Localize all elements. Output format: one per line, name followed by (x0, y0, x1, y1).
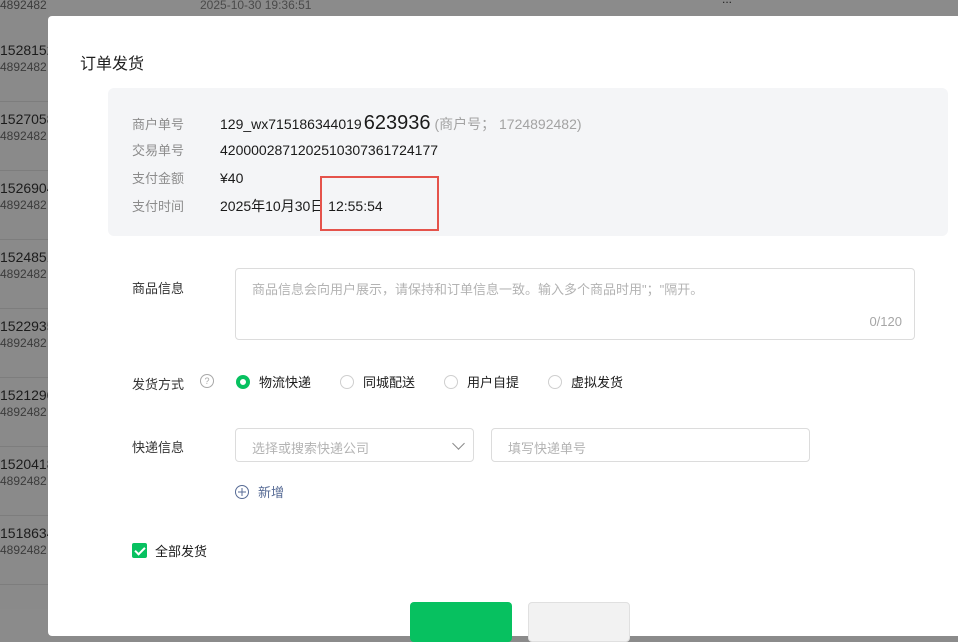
bg-order-id: 1522935 (0, 318, 55, 334)
list-item: 1518634 4892482 (0, 515, 55, 585)
list-item: 1528152 4892482 (0, 32, 55, 102)
bg-merchant-id: 4892482 (0, 129, 47, 143)
delivery-method-label: 发货方式 (132, 377, 185, 392)
amount-value: ¥40 (220, 170, 244, 186)
bg-merchant-id: 4892482 (0, 543, 47, 557)
merchant-order-emphasis: 623936 (363, 112, 431, 134)
bg-top-right-text: ... (722, 0, 732, 6)
trade-no-label: 交易单号 (132, 143, 185, 158)
merchant-order-prefix: 129_wx715186344019 (220, 116, 362, 132)
goods-info-placeholder: 商品信息会向用户展示，请保持和订单信息一致。输入多个商品时用"；"隔开。 (252, 282, 704, 297)
background-order-list: 4892482 1528152 4892482 1527058 4892482 … (0, 0, 55, 609)
add-express-label: 新增 (258, 485, 285, 500)
confirm-button[interactable] (410, 602, 512, 642)
radio-circle-icon (444, 374, 458, 389)
tracking-number-input[interactable]: 填写快递单号 (491, 428, 810, 462)
bg-merchant-id: 4892482 (0, 267, 47, 281)
order-info-panel: 商户单号 129_wx715186344019 623936 (商户号； 17248… (108, 88, 948, 236)
radio-logistics-express[interactable]: 物流快递 (236, 372, 311, 391)
bg-merchant-id: 4892482 (0, 60, 47, 74)
pay-time-label: 支付时间 (132, 199, 185, 214)
tracking-number-placeholder: 填写快递单号 (508, 441, 587, 456)
highlight-annotation-box (320, 176, 439, 231)
bg-top-number: 4892482 (0, 0, 47, 12)
merchant-order-value: 129_wx715186344019 623936 (商户号； 1724892482… (220, 112, 582, 135)
trade-no-value: 4200002871202510307361724177 (220, 142, 439, 158)
bg-order-id: 1521290 (0, 387, 55, 403)
radio-circle-icon (548, 374, 562, 389)
order-shipping-dialog: 订单发货 商户单号 129_wx715186344019 623936 (商户号； … (48, 16, 958, 642)
list-item: 1521290 4892482 (0, 377, 55, 447)
chevron-down-icon (452, 437, 465, 450)
radio-circle-icon (236, 374, 250, 389)
bg-top-date: 2025-10-30 19:36:51 (200, 0, 312, 12)
goods-info-counter: 0/120 (869, 314, 902, 329)
list-item: 1520418 4892482 (0, 446, 55, 516)
bg-order-id: 1526904 (0, 180, 55, 196)
bg-merchant-id: 4892482 (0, 474, 47, 488)
checkbox-checked-icon (132, 543, 147, 558)
list-item: 1527058 4892482 (0, 101, 55, 171)
ship-all-checkbox[interactable]: 全部发货 (132, 541, 207, 560)
plus-circle-icon (235, 484, 249, 499)
bg-merchant-id: 4892482 (0, 198, 47, 212)
goods-info-textarea[interactable]: 商品信息会向用户展示，请保持和订单信息一致。输入多个商品时用"；"隔开。 0/1… (235, 268, 915, 340)
bg-order-id: 1527058 (0, 111, 55, 127)
merchant-id-text: (商户号； 1724892482) (434, 116, 582, 132)
merchant-order-label: 商户单号 (132, 117, 185, 132)
goods-info-label: 商品信息 (132, 281, 185, 296)
bg-merchant-id: 4892482 (0, 405, 47, 419)
trade-no-row: 交易单号 4200002871202510307361724177 (132, 140, 438, 160)
cancel-button[interactable] (528, 602, 630, 642)
radio-circle-icon (340, 374, 354, 389)
add-express-button[interactable]: 新增 (235, 482, 284, 501)
express-company-select[interactable]: 选择或搜索快递公司 (235, 428, 474, 462)
bg-order-id: 1520418 (0, 456, 55, 472)
radio-label: 物流快递 (259, 375, 312, 390)
radio-label: 同城配送 (363, 375, 416, 390)
ship-all-label: 全部发货 (155, 544, 208, 559)
list-item: 1522935 4892482 (0, 308, 55, 378)
bg-order-id: 1518634 (0, 525, 55, 541)
dialog-title: 订单发货 (80, 56, 145, 73)
express-company-placeholder: 选择或搜索快递公司 (252, 441, 370, 456)
express-info-label: 快递信息 (132, 440, 185, 455)
amount-row: 支付金额 ¥40 (132, 168, 243, 188)
list-item: 1526904 4892482 (0, 170, 55, 240)
radio-same-city[interactable]: 同城配送 (340, 372, 415, 391)
help-icon[interactable]: ? (200, 374, 214, 388)
bg-merchant-id: 4892482 (0, 336, 47, 350)
radio-label: 用户自提 (467, 375, 520, 390)
merchant-order-row: 商户单号 129_wx715186344019 623936 (商户号； 17248… (132, 112, 582, 135)
radio-label: 虚拟发货 (571, 375, 624, 390)
amount-label: 支付金额 (132, 171, 185, 186)
radio-self-pickup[interactable]: 用户自提 (444, 372, 519, 391)
radio-virtual-shipping[interactable]: 虚拟发货 (548, 372, 623, 391)
bg-order-id: 1524851 (0, 249, 55, 265)
list-item: 1524851 4892482 (0, 239, 55, 309)
bg-order-id: 1528152 (0, 42, 55, 58)
